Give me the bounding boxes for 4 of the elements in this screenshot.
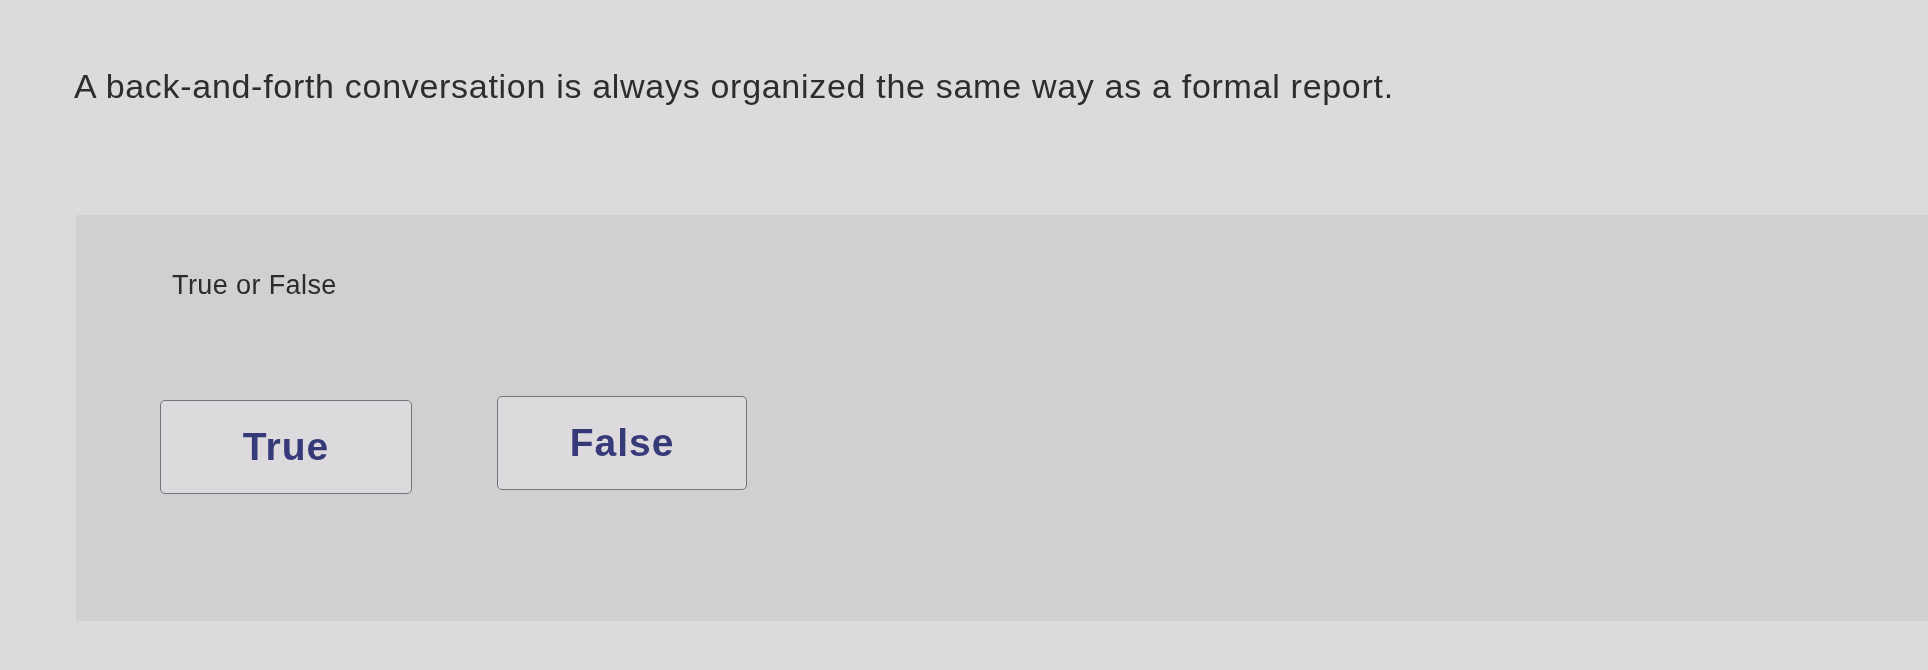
answer-button[interactable]: False <box>497 396 747 491</box>
answer-button[interactable]: True <box>160 400 412 495</box>
prompt-text: True or False <box>172 268 337 302</box>
question-text: A back-and-forth conversation is always organized the same way as a formal report. <box>74 66 1394 107</box>
